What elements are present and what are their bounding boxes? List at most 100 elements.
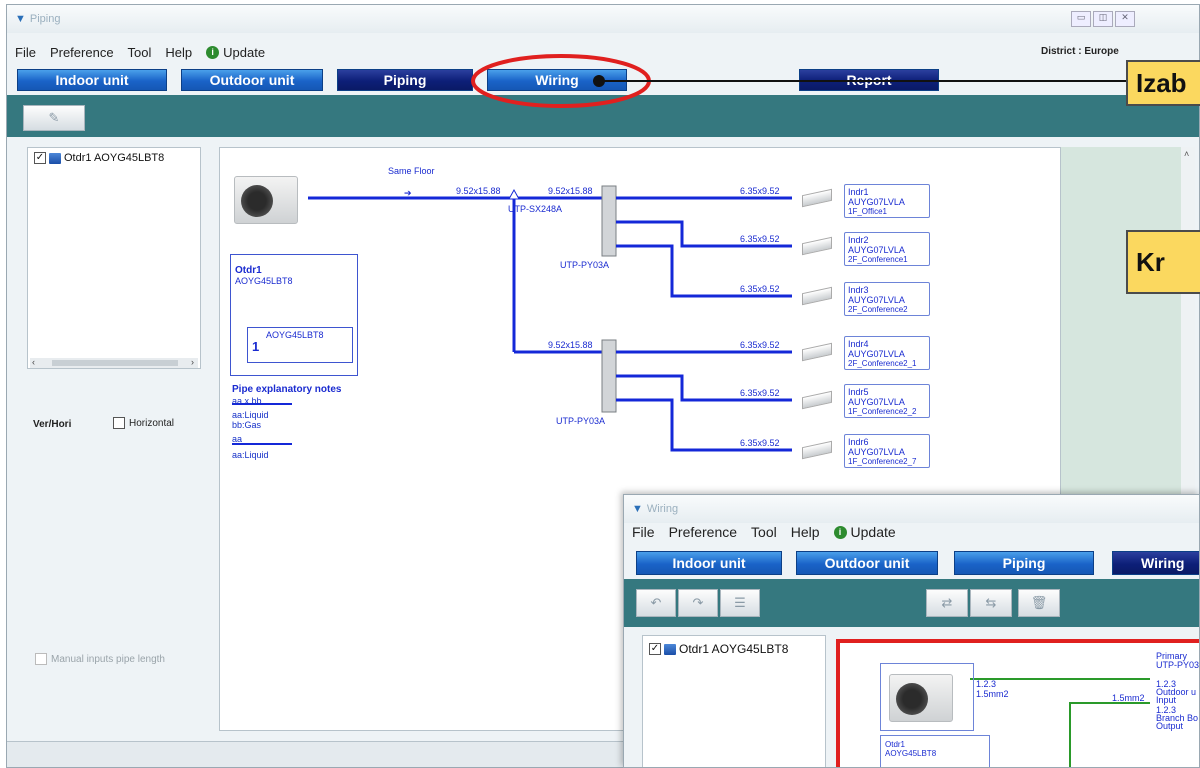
arrow-marker: ➔ (404, 188, 412, 198)
tab-report[interactable]: Report (799, 69, 939, 91)
outdoor-unit-image (880, 663, 974, 731)
pipe-note-4: aa (232, 434, 243, 444)
disconnect-wire-button[interactable]: ⇆ (970, 589, 1012, 617)
menu-preference[interactable]: Preference (50, 45, 114, 60)
main-pipe-label-2: 9.52x15.88 (548, 186, 593, 196)
indoor-name: Indr6 (848, 437, 869, 447)
indoor-unit-box-2[interactable]: Indr2 AUYG07LVLA 2F_Conference1 (844, 232, 930, 266)
tab-indoor-unit[interactable]: Indoor unit (636, 551, 782, 575)
indoor-unit-box-1[interactable]: Indr1 AUYG07LVLA 1F_Office1 (844, 184, 930, 218)
scroll-right-arrow-icon[interactable]: › (191, 357, 194, 367)
unit-tree-panel: ✓ Otdr1 AOYG45LBT8 ‹ › (27, 147, 201, 369)
outdoor-inner-count: 1 (252, 339, 260, 354)
indoor-model: AUYG07LVLA (848, 197, 905, 207)
outdoor-unit-box[interactable]: Otdr1 AOYG45LBT8 AOYG45LBT8 1 (230, 254, 358, 376)
wire-b-size-label: 1.5mm2 (1112, 693, 1145, 703)
callout-top-text: Izab (1136, 67, 1187, 98)
scroll-thumb[interactable] (52, 360, 178, 366)
indoor-room: 1F_Conference2_2 (848, 407, 917, 416)
outdoor-inner-model: AOYG45LBT8 (266, 330, 324, 340)
manual-inputs-group[interactable]: Manual inputs pipe length (35, 653, 165, 665)
outdoor-unit-body (889, 674, 953, 722)
maximize-button[interactable]: ◫ (1093, 11, 1113, 27)
callout-top: Izab (1126, 60, 1200, 106)
indoor-name: Indr4 (848, 339, 869, 349)
outdoor-model: AOYG45LBT8 (885, 749, 937, 758)
horizontal-checkbox[interactable] (113, 417, 125, 429)
callout-middle-text: Kr (1136, 246, 1165, 277)
menu-help[interactable]: Help (165, 45, 192, 60)
header-label-1: UTP-PY03A (560, 260, 610, 270)
menu-file[interactable]: File (15, 45, 36, 60)
tree-checkbox[interactable]: ✓ (649, 643, 661, 655)
connect-wire-button[interactable]: ⇄ (926, 589, 968, 617)
minimize-button[interactable]: ▭ (1071, 11, 1091, 27)
edit-pipe-tool-button[interactable]: ✎ (23, 105, 85, 131)
menu-tool[interactable]: Tool (751, 524, 777, 540)
outdoor-model: AOYG45LBT8 (235, 276, 293, 286)
manual-inputs-checkbox[interactable] (35, 653, 47, 665)
menu-update[interactable]: i Update (833, 524, 896, 540)
indoor-unit-box-3[interactable]: Indr3 AUYG07LVLA 2F_Conference2 (844, 282, 930, 316)
tab-outdoor-unit[interactable]: Outdoor unit (181, 69, 323, 91)
branch-pipe-label-6: 6.35x9.52 (740, 438, 780, 448)
horizontal-label: Horizontal (129, 417, 175, 429)
update-icon: i (833, 525, 847, 539)
undo-button[interactable]: ↶ (636, 589, 676, 617)
indoor-unit-box-6[interactable]: Indr6 AUYG07LVLA 1F_Conference2_7 (844, 434, 930, 468)
indoor-model: AUYG07LVLA (848, 397, 905, 407)
tab-wiring[interactable]: Wiring (1112, 551, 1199, 575)
branch-pipe-label-4: 6.35x9.52 (740, 340, 780, 350)
pipe-notes-title: Pipe explanatory notes (232, 384, 342, 395)
tab-piping[interactable]: Piping (337, 69, 473, 91)
wiring-menubar: File Preference Tool Help i Update (624, 521, 1199, 543)
tree-checkbox[interactable]: ✓ (34, 152, 46, 164)
indoor-name: Indr1 (848, 187, 869, 197)
horizontal-checkbox-group[interactable]: Horizontal (113, 417, 174, 429)
tab-outdoor-unit[interactable]: Outdoor unit (796, 551, 938, 575)
align-button[interactable]: ☰ (720, 589, 760, 617)
indoor-room: 2F_Conference1 (848, 255, 908, 264)
indoor-name: Indr3 (848, 285, 869, 295)
wire-a-size-label: 1.5mm2 (976, 689, 1009, 699)
callout-middle: Kr (1126, 230, 1200, 294)
delete-button[interactable]: 🗑 (1018, 589, 1060, 617)
pipe-note-3: bb:Gas (232, 420, 262, 430)
tree-item-outdoor[interactable]: ✓ Otdr1 AOYG45LBT8 (649, 642, 825, 656)
menu-update[interactable]: i Update (206, 45, 265, 60)
wiring-outdoor-box[interactable]: Otdr1 AOYG45LBT8 (880, 735, 990, 767)
close-button[interactable]: ✕ (1115, 11, 1135, 27)
pencil-icon: ✎ (48, 110, 60, 125)
scroll-left-arrow-icon[interactable]: ‹ (32, 357, 35, 367)
redo-icon: ↷ (692, 595, 704, 610)
outdoor-inner-box[interactable]: AOYG45LBT8 1 (247, 327, 353, 363)
outdoor-unit-icon (49, 152, 61, 164)
app-logo-icon: ▼ (15, 13, 26, 25)
tab-indoor-unit[interactable]: Indoor unit (17, 69, 167, 91)
menu-file[interactable]: File (632, 524, 655, 540)
outdoor-name: Otdr1 (235, 265, 262, 276)
output-label: Output (1156, 721, 1184, 731)
update-icon: i (206, 45, 220, 59)
piping-titlebar: ▼ Piping (7, 5, 1199, 33)
primary-model-label: UTP-PY03 (1156, 660, 1200, 670)
ver-hori-label: Ver/Hori (33, 419, 72, 430)
indoor-unit-box-4[interactable]: Indr4 AUYG07LVLA 2F_Conference2_1 (844, 336, 930, 370)
tree-item-outdoor[interactable]: ✓ Otdr1 AOYG45LBT8 (34, 152, 200, 164)
indoor-room: 1F_Office1 (848, 207, 887, 216)
tab-piping[interactable]: Piping (954, 551, 1094, 575)
indoor-unit-box-5[interactable]: Indr5 AUYG07LVLA 1F_Conference2_2 (844, 384, 930, 418)
header-label-2: UTP-PY03A (556, 416, 606, 426)
tree-item-label: Otdr1 AOYG45LBT8 (679, 642, 789, 656)
menu-help[interactable]: Help (791, 524, 820, 540)
redo-button[interactable]: ↷ (678, 589, 718, 617)
separation-tube-label: UTP-SX248A (508, 204, 563, 214)
indoor-room: 2F_Conference2_1 (848, 359, 917, 368)
tree-scrollbar[interactable]: ‹ › (30, 357, 198, 368)
menu-tool[interactable]: Tool (128, 45, 152, 60)
menu-preference[interactable]: Preference (669, 524, 737, 540)
tab-wiring[interactable]: Wiring (487, 69, 627, 91)
scroll-up-arrow-icon[interactable]: ˄ (1184, 149, 1189, 159)
input-label: Input (1156, 695, 1177, 705)
outdoor-name: Otdr1 (885, 740, 906, 749)
